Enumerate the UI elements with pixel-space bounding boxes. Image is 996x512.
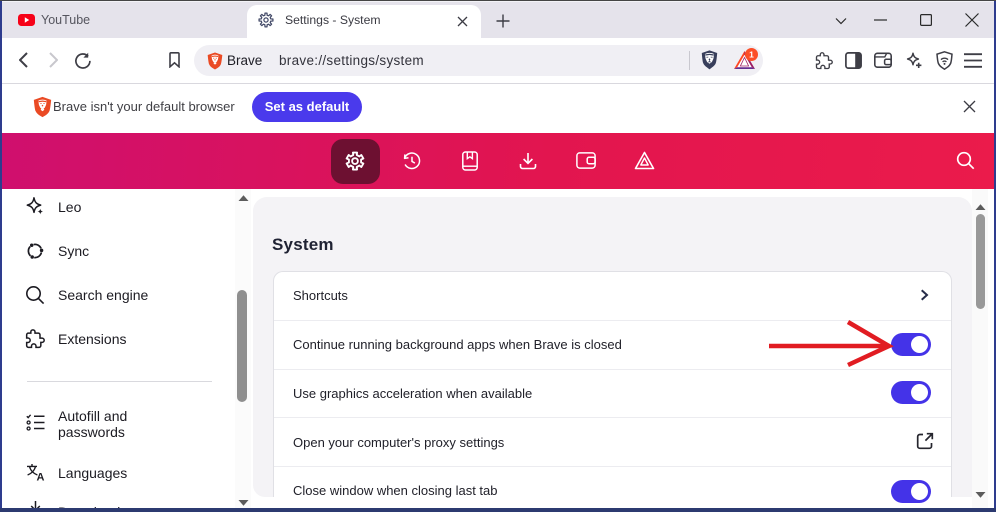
- svg-text:1: 1: [749, 50, 754, 60]
